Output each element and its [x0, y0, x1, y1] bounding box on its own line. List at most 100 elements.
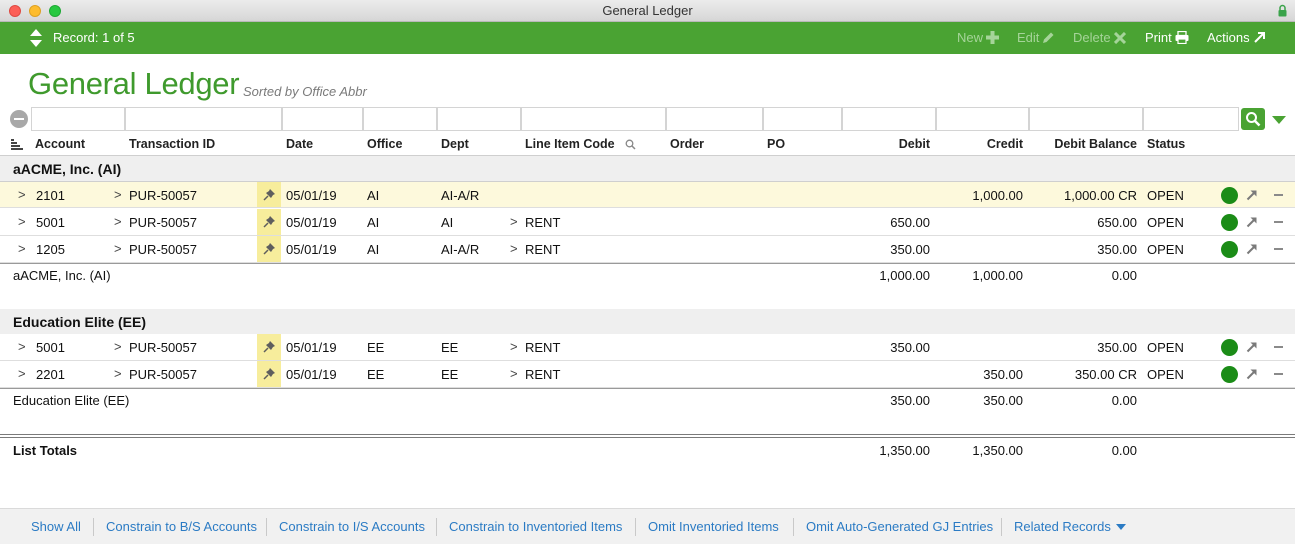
- pin-cell[interactable]: [257, 361, 281, 387]
- table-row[interactable]: > 2201 > PUR-50057 05/01/19 EE EE > RENT…: [0, 361, 1295, 388]
- new-button[interactable]: New: [957, 30, 1000, 45]
- column-header-credit[interactable]: Credit: [940, 137, 1023, 153]
- new-button-label: New: [957, 30, 984, 45]
- column-header-po[interactable]: PO: [767, 137, 785, 153]
- column-header-account[interactable]: Account: [35, 137, 85, 153]
- date-cell: 05/01/19: [286, 215, 337, 230]
- minimize-window-button[interactable]: [29, 5, 41, 17]
- record-navigator-icon[interactable]: [29, 28, 43, 48]
- table-row[interactable]: > 2101 > PUR-50057 05/01/19 AI AI-A/R 1,…: [0, 181, 1295, 208]
- row-chevron-icon[interactable]: >: [18, 241, 26, 256]
- open-record-icon[interactable]: [1246, 189, 1258, 201]
- show-all-link[interactable]: Show All: [31, 519, 81, 534]
- remove-row-icon[interactable]: [1274, 194, 1283, 196]
- subtotal-credit: 1,000.00: [972, 268, 1023, 283]
- remove-row-icon[interactable]: [1274, 373, 1283, 375]
- open-record-icon[interactable]: [1246, 368, 1258, 380]
- remove-row-icon[interactable]: [1274, 248, 1283, 250]
- zoom-window-button[interactable]: [49, 5, 61, 17]
- transaction-chevron-icon[interactable]: >: [114, 366, 122, 381]
- dept-cell: AI-A/R: [441, 188, 480, 203]
- line-item-chevron-icon[interactable]: >: [510, 214, 518, 229]
- footer-divider: [793, 518, 794, 536]
- pin-cell[interactable]: [257, 334, 281, 360]
- lookup-search-icon[interactable]: [625, 139, 636, 150]
- debit-balance-cell: 350.00 CR: [1074, 367, 1137, 382]
- pin-icon: [263, 341, 275, 353]
- filter-debit[interactable]: [842, 107, 936, 131]
- column-header-date[interactable]: Date: [286, 137, 313, 153]
- column-header-line-item-code[interactable]: Line Item Code: [525, 137, 615, 153]
- filter-dept[interactable]: [437, 107, 521, 131]
- pin-cell[interactable]: [257, 182, 281, 207]
- sort-order-icon[interactable]: [11, 139, 23, 150]
- filter-debit-balance[interactable]: [1029, 107, 1143, 131]
- filter-po[interactable]: [763, 107, 842, 131]
- column-header-office[interactable]: Office: [367, 137, 402, 153]
- edit-button-label: Edit: [1017, 30, 1040, 45]
- group-title: Education Elite (EE): [13, 314, 147, 330]
- footer-divider: [436, 518, 437, 536]
- row-chevron-icon[interactable]: >: [18, 187, 26, 202]
- open-record-icon[interactable]: [1246, 243, 1258, 255]
- related-records-link[interactable]: Related Records: [1014, 519, 1111, 534]
- transaction-id-cell: PUR-50057: [129, 340, 197, 355]
- pin-cell[interactable]: [257, 236, 281, 262]
- actions-button[interactable]: Actions: [1207, 30, 1266, 45]
- filter-status[interactable]: [1143, 107, 1239, 131]
- omit-auto-generated-gj-link[interactable]: Omit Auto-Generated GJ Entries: [806, 519, 993, 534]
- print-button[interactable]: Print: [1145, 30, 1189, 45]
- filter-menu-icon[interactable]: [1272, 116, 1286, 124]
- column-header-debit[interactable]: Debit: [846, 137, 930, 153]
- line-item-chevron-icon[interactable]: >: [510, 339, 518, 354]
- office-cell: AI: [367, 242, 380, 257]
- column-header-dept[interactable]: Dept: [441, 137, 469, 153]
- delete-button[interactable]: Delete: [1073, 30, 1126, 45]
- filter-office[interactable]: [363, 107, 437, 131]
- line-item-chevron-icon[interactable]: >: [510, 366, 518, 381]
- constrain-inventoried-items-link[interactable]: Constrain to Inventoried Items: [449, 519, 622, 534]
- table-row[interactable]: > 5001 > PUR-50057 05/01/19 EE EE > RENT…: [0, 334, 1295, 361]
- pin-icon: [263, 243, 275, 255]
- transaction-chevron-icon[interactable]: >: [114, 241, 122, 256]
- column-header-status[interactable]: Status: [1147, 137, 1185, 153]
- table-row[interactable]: > 1205 > PUR-50057 05/01/19 AI AI-A/R > …: [0, 236, 1295, 263]
- column-header-transaction-id[interactable]: Transaction ID: [129, 137, 215, 153]
- open-record-icon[interactable]: [1246, 216, 1258, 228]
- pin-cell[interactable]: [257, 209, 281, 235]
- open-record-icon[interactable]: [1246, 341, 1258, 353]
- close-window-button[interactable]: [9, 5, 21, 17]
- dept-cell: EE: [441, 367, 459, 382]
- omit-inventoried-items-link[interactable]: Omit Inventoried Items: [648, 519, 779, 534]
- row-chevron-icon[interactable]: >: [18, 339, 26, 354]
- filter-line-item-code[interactable]: [521, 107, 666, 131]
- window-titlebar: General Ledger: [0, 0, 1295, 22]
- column-header-debit-balance[interactable]: Debit Balance: [1033, 137, 1137, 153]
- chevron-down-icon[interactable]: [1116, 524, 1126, 530]
- transaction-chevron-icon[interactable]: >: [114, 214, 122, 229]
- transaction-chevron-icon[interactable]: >: [114, 339, 122, 354]
- transaction-chevron-icon[interactable]: >: [114, 187, 122, 202]
- status-indicator-icon: [1221, 339, 1238, 356]
- remove-filter-icon[interactable]: [10, 110, 28, 128]
- filter-credit[interactable]: [936, 107, 1029, 131]
- transaction-id-cell: PUR-50057: [129, 242, 197, 257]
- row-chevron-icon[interactable]: >: [18, 214, 26, 229]
- dept-cell: AI: [441, 215, 454, 230]
- filter-order[interactable]: [666, 107, 763, 131]
- line-item-chevron-icon[interactable]: >: [510, 241, 518, 256]
- filter-date[interactable]: [282, 107, 363, 131]
- remove-row-icon[interactable]: [1274, 221, 1283, 223]
- table-row[interactable]: > 5001 > PUR-50057 05/01/19 AI AI > RENT…: [0, 209, 1295, 236]
- column-header-order[interactable]: Order: [670, 137, 704, 153]
- remove-row-icon[interactable]: [1274, 346, 1283, 348]
- row-chevron-icon[interactable]: >: [18, 366, 26, 381]
- search-icon: [1246, 112, 1261, 127]
- debit-balance-cell: 1,000.00 CR: [1064, 188, 1137, 203]
- edit-button[interactable]: Edit: [1017, 30, 1055, 45]
- constrain-bs-accounts-link[interactable]: Constrain to B/S Accounts: [106, 519, 257, 534]
- filter-account[interactable]: [31, 107, 125, 131]
- constrain-is-accounts-link[interactable]: Constrain to I/S Accounts: [279, 519, 425, 534]
- filter-transaction-id[interactable]: [125, 107, 282, 131]
- search-button[interactable]: [1241, 108, 1265, 130]
